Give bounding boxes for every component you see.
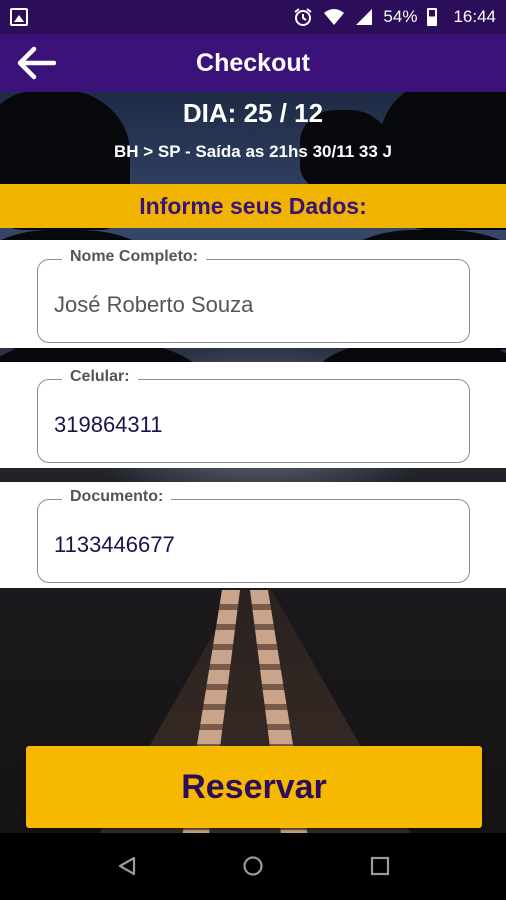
phone-field-block: Celular: bbox=[0, 362, 506, 468]
trip-route: BH > SP - Saída as 21hs 30/11 33 J bbox=[113, 142, 392, 161]
phone-input[interactable] bbox=[54, 412, 454, 438]
name-input[interactable] bbox=[54, 292, 454, 318]
arrow-left-icon bbox=[17, 46, 56, 80]
home-circle-icon[interactable] bbox=[242, 855, 264, 877]
app-bar: Checkout bbox=[0, 34, 506, 92]
name-field[interactable]: Nome Completo: bbox=[37, 248, 470, 343]
form-heading: Informe seus Dados: bbox=[139, 192, 367, 219]
status-bar: 54% 16:44 bbox=[0, 0, 506, 34]
document-field-label: Documento: bbox=[62, 488, 172, 506]
phone-field[interactable]: Celular: bbox=[37, 368, 470, 463]
wifi-icon bbox=[324, 9, 345, 25]
name-field-label: Nome Completo: bbox=[62, 248, 206, 266]
recents-square-icon[interactable] bbox=[369, 855, 391, 877]
navigation-bar bbox=[0, 833, 506, 900]
image-icon bbox=[10, 8, 28, 26]
page-title: Checkout bbox=[196, 48, 310, 77]
trip-day: DIA: 25 / 12 bbox=[182, 98, 324, 128]
signal-icon bbox=[356, 9, 373, 25]
battery-icon bbox=[427, 8, 438, 26]
clock: 16:44 bbox=[453, 7, 496, 26]
name-field-block: Nome Completo: bbox=[0, 240, 506, 348]
phone-field-label: Celular: bbox=[62, 368, 138, 386]
alarm-icon bbox=[294, 8, 313, 26]
document-field[interactable]: Documento: bbox=[37, 488, 470, 583]
document-field-block: Documento: bbox=[0, 482, 506, 588]
document-input[interactable] bbox=[54, 532, 454, 558]
trip-header: DIA: 25 / 12 BH > SP - Saída as 21hs 30/… bbox=[0, 92, 506, 182]
back-triangle-icon[interactable] bbox=[116, 855, 138, 877]
battery-percent: 54% bbox=[383, 7, 418, 26]
form-heading-banner: Informe seus Dados: bbox=[0, 184, 506, 228]
back-button[interactable] bbox=[14, 43, 58, 83]
reserve-button[interactable]: Reservar bbox=[26, 746, 482, 828]
